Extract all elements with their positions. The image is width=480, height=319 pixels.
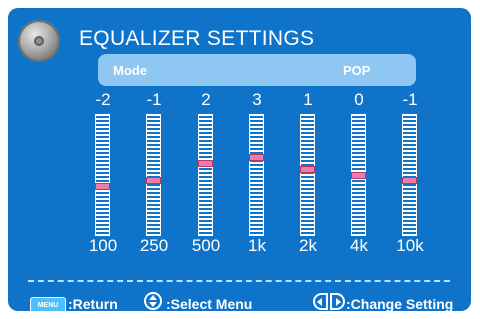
band-slider-knob[interactable]	[146, 177, 161, 184]
mode-label: Mode	[113, 63, 147, 78]
band-frequency: 1k	[248, 236, 266, 255]
band-slider-track[interactable]	[146, 114, 161, 236]
band-slider-track[interactable]	[198, 114, 213, 236]
left-right-arrows-icon	[313, 293, 345, 310]
select-menu-label: :Select Menu	[166, 296, 253, 311]
band-frequency: 500	[191, 236, 221, 255]
band-value: 1	[303, 90, 313, 109]
band-4k[interactable]: 0 4k	[339, 90, 379, 275]
page-title: EQUALIZER SETTINGS	[79, 27, 315, 50]
menu-button-icon[interactable]: MENU	[30, 297, 66, 311]
band-frequency: 4k	[350, 236, 368, 255]
band-slider-knob[interactable]	[351, 172, 366, 179]
band-250[interactable]: -1 250	[134, 90, 174, 275]
band-value: 0	[354, 90, 364, 109]
band-frequency: 2k	[299, 236, 317, 255]
band-frequency: 250	[139, 236, 169, 255]
band-value: -1	[146, 90, 162, 109]
band-2k[interactable]: 1 2k	[288, 90, 328, 275]
band-frequency: 10k	[396, 236, 424, 255]
band-frequency: 100	[88, 236, 118, 255]
band-slider-knob[interactable]	[249, 154, 264, 161]
left-arrow-icon	[313, 293, 328, 310]
band-value: -2	[95, 90, 111, 109]
band-10k[interactable]: -1 10k	[390, 90, 430, 275]
return-label: :Return	[68, 296, 118, 311]
band-slider-track[interactable]	[402, 114, 417, 236]
screen: EQUALIZER SETTINGS Mode POP -2 100 -1 25…	[0, 0, 480, 319]
band-value: 2	[201, 90, 211, 109]
speaker-disc-icon	[18, 20, 60, 62]
change-setting-label: :Change Setting	[346, 296, 454, 311]
band-slider-track[interactable]	[351, 114, 366, 236]
band-100[interactable]: -2 100	[83, 90, 123, 275]
right-arrow-icon	[330, 293, 345, 310]
band-slider-track[interactable]	[95, 114, 110, 236]
band-slider-knob[interactable]	[198, 160, 213, 167]
mode-selector[interactable]: Mode POP	[98, 54, 416, 86]
up-down-arrows-icon	[144, 292, 162, 310]
band-slider-knob[interactable]	[402, 177, 417, 184]
band-slider-track[interactable]	[300, 114, 315, 236]
mode-value: POP	[343, 63, 371, 78]
band-slider-track[interactable]	[249, 114, 264, 236]
band-500[interactable]: 2 500	[186, 90, 226, 275]
band-value: 3	[252, 90, 262, 109]
band-slider-knob[interactable]	[300, 166, 315, 173]
band-value: -1	[402, 90, 418, 109]
divider	[28, 280, 450, 282]
equalizer-panel: EQUALIZER SETTINGS Mode POP -2 100 -1 25…	[8, 8, 471, 311]
band-1k[interactable]: 3 1k	[237, 90, 277, 275]
band-slider-knob[interactable]	[95, 183, 110, 190]
